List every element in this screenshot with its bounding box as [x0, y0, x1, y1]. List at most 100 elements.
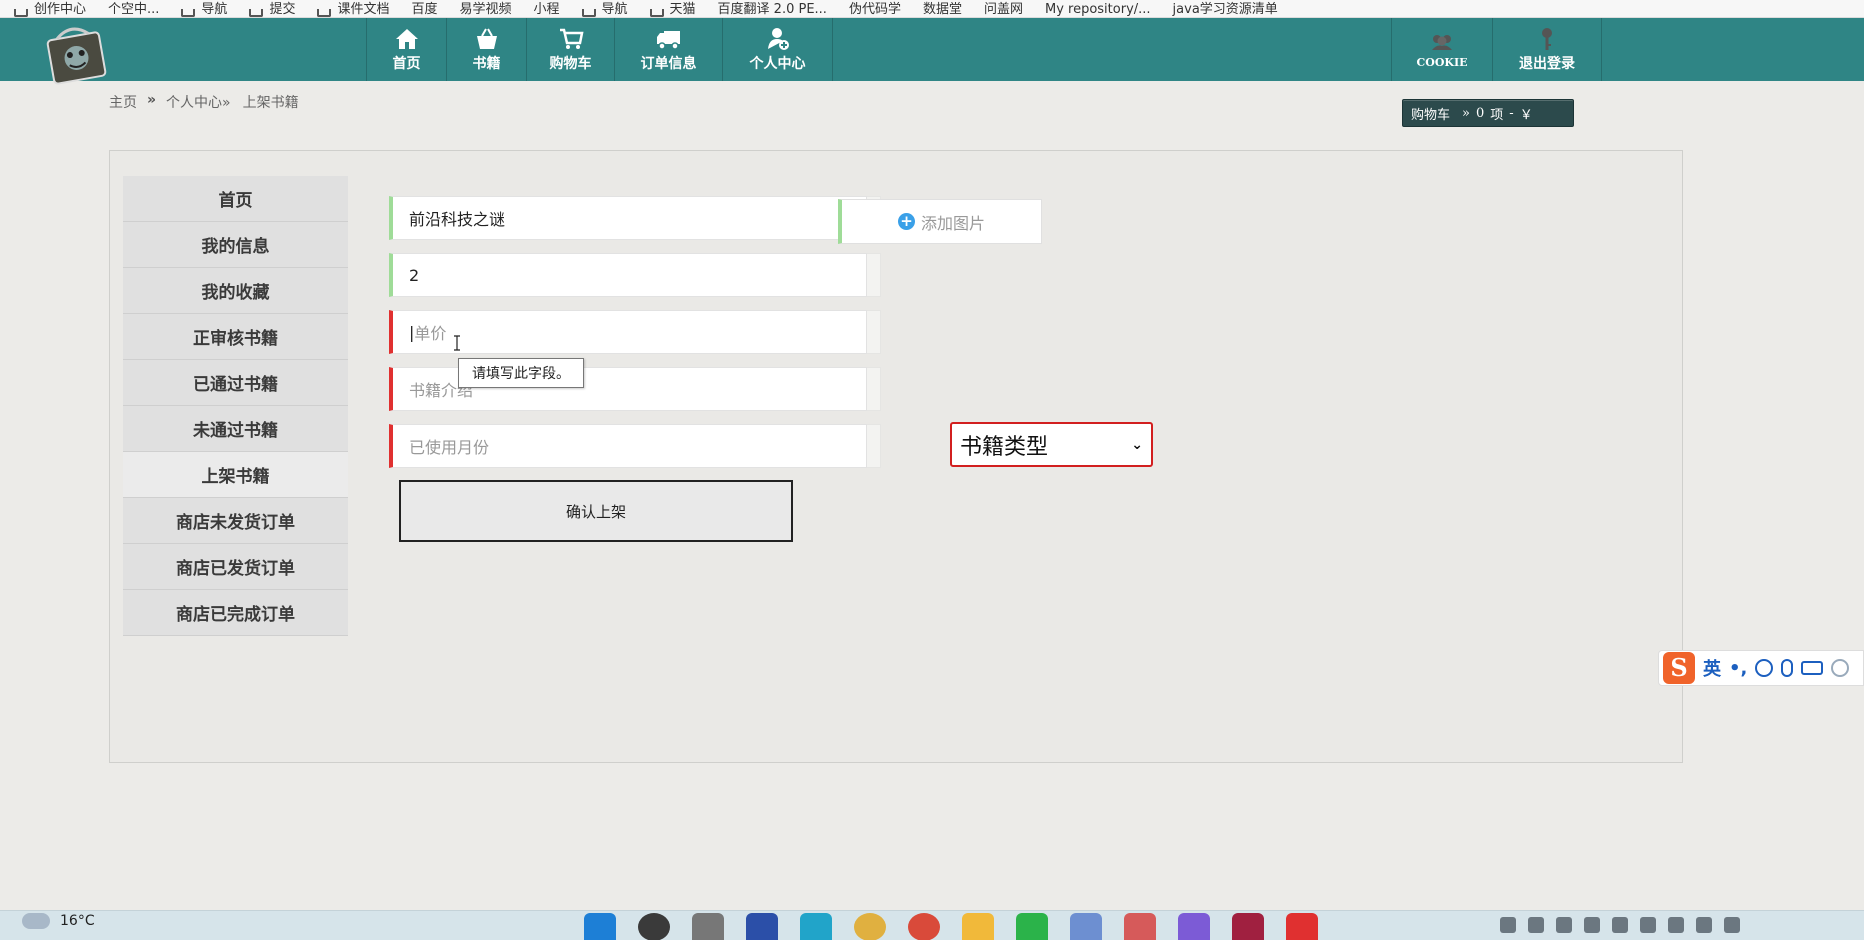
nav-logout[interactable]: 退出登录 — [1493, 18, 1602, 81]
tray-icon[interactable] — [1528, 917, 1544, 933]
bookmark[interactable]: 个空中... — [108, 0, 159, 17]
battery-icon[interactable] — [1724, 917, 1740, 933]
add-image-button[interactable]: + 添加图片 — [838, 199, 1042, 244]
folder-icon — [249, 9, 264, 17]
bookmark[interactable]: 课件文档 — [317, 0, 389, 17]
sidebar-item-shipped-orders[interactable]: 商店已发货订单 — [123, 544, 348, 590]
start-icon[interactable] — [584, 913, 616, 940]
bookmark[interactable]: 问盖网 — [984, 0, 1023, 17]
nav-books[interactable]: 书籍 — [447, 18, 527, 81]
cart-icon — [559, 28, 584, 49]
sidebar-item-pending-books[interactable]: 正审核书籍 — [123, 314, 348, 360]
tray-icon[interactable] — [1584, 917, 1600, 933]
nav-cookie[interactable]: COOKIE — [1392, 18, 1493, 81]
bookmark[interactable]: My repository/... — [1045, 0, 1151, 17]
user-add-icon — [767, 27, 789, 50]
keyboard-icon[interactable] — [1801, 661, 1824, 675]
cloud-icon — [22, 913, 50, 929]
folder-icon[interactable] — [962, 913, 994, 940]
breadcrumb-separator: » — [147, 92, 157, 108]
tray-icon[interactable] — [1500, 917, 1516, 933]
taskbar: 16°C — [0, 910, 1864, 940]
sidebar-item-list-book[interactable]: 上架书籍 — [123, 452, 348, 498]
sidebar-item-unshipped-orders[interactable]: 商店未发货订单 — [123, 498, 348, 544]
home-icon — [395, 28, 418, 49]
weather-widget[interactable]: 16°C — [22, 913, 95, 929]
ime-punctuation[interactable]: •, — [1729, 658, 1747, 679]
app-icon[interactable] — [1070, 913, 1102, 940]
tray-icon[interactable] — [1556, 917, 1572, 933]
bookmark[interactable]: 导航 — [581, 0, 628, 17]
ime-mode[interactable]: 英 — [1703, 655, 1721, 681]
app-icon[interactable] — [1124, 913, 1156, 940]
intellij-icon[interactable] — [1232, 913, 1264, 940]
book-title-input[interactable]: 前沿科技之谜 — [389, 196, 867, 240]
bookmark[interactable]: java学习资源清单 — [1173, 0, 1278, 17]
bookmark[interactable]: 数据堂 — [923, 0, 962, 17]
months-used-input[interactable]: 已使用月份 — [389, 424, 867, 468]
teams-icon[interactable] — [1178, 913, 1210, 940]
sidebar-item-my-info[interactable]: 我的信息 — [123, 222, 348, 268]
system-tray — [1500, 917, 1740, 933]
site-logo[interactable] — [35, 16, 117, 93]
sogou-logo-icon[interactable]: S — [1663, 652, 1695, 684]
tray-icon[interactable] — [1640, 917, 1656, 933]
wechat-icon[interactable] — [1016, 913, 1048, 940]
sidebar-item-favorites[interactable]: 我的收藏 — [123, 268, 348, 314]
nav-profile[interactable]: 个人中心 — [723, 18, 833, 81]
text-cursor-icon — [454, 335, 460, 351]
user-nav: COOKIE 退出登录 — [1391, 18, 1602, 81]
bookmarks-bar: 创作中心 个空中... 导航 提交 课件文档 百度 易学视频 小程 导航 天猫 … — [0, 0, 1864, 18]
folder-icon — [649, 9, 664, 17]
folder-icon — [317, 9, 332, 17]
browser-icon[interactable] — [854, 913, 886, 940]
main-nav: 首页 书籍 购物车 订单信息 个人中心 — [366, 18, 833, 81]
microphone-icon[interactable] — [1781, 659, 1794, 677]
chrome-icon[interactable] — [908, 913, 940, 940]
app-icon[interactable] — [1286, 913, 1318, 940]
basket-icon — [476, 28, 497, 49]
emoji-icon[interactable] — [1755, 659, 1774, 677]
cart-summary[interactable]: 购物车 » 0 项 - ￥ — [1402, 99, 1574, 127]
confirm-listing-button[interactable]: 确认上架 — [399, 480, 793, 542]
bookmark[interactable]: 导航 — [181, 0, 227, 17]
key-icon — [1542, 27, 1552, 50]
nav-orders[interactable]: 订单信息 — [615, 18, 723, 81]
book-type-select[interactable]: 书籍类型 ⌄ — [950, 422, 1153, 467]
sidebar-item-approved-books[interactable]: 已通过书籍 — [123, 360, 348, 406]
bookmark[interactable]: 易学视频 — [459, 0, 511, 17]
folder-icon — [181, 9, 196, 17]
edge-icon[interactable] — [800, 913, 832, 940]
bookmark[interactable]: 伪代码学 — [849, 0, 901, 17]
wifi-icon[interactable] — [1668, 917, 1684, 933]
top-nav: 首页 书籍 购物车 订单信息 个人中心 COOKIE 退出登录 — [0, 18, 1864, 85]
breadcrumb-current: 上架书籍 — [242, 95, 299, 111]
sidebar-item-home[interactable]: 首页 — [123, 176, 348, 222]
nav-home[interactable]: 首页 — [367, 18, 447, 81]
sidebar-item-rejected-books[interactable]: 未通过书籍 — [123, 406, 348, 452]
breadcrumb-home[interactable]: 主页 — [109, 92, 137, 112]
ime-toolbar[interactable]: S 英 •, — [1658, 650, 1864, 686]
bookmark[interactable]: 小程 — [534, 0, 560, 17]
bookmark[interactable]: 百度翻译 2.0 PE... — [718, 0, 827, 17]
taskbar-apps — [584, 913, 1318, 940]
volume-icon[interactable] — [1696, 917, 1712, 933]
bookmark[interactable]: 提交 — [249, 0, 295, 17]
bookmark[interactable]: 创作中心 — [14, 0, 86, 17]
bookmark[interactable]: 天猫 — [649, 0, 696, 17]
app-icon[interactable] — [746, 913, 778, 940]
sidebar-item-completed-orders[interactable]: 商店已完成订单 — [123, 590, 348, 636]
folder-icon — [14, 9, 28, 17]
breadcrumb: 主页 » 个人中心» 上架书籍 — [109, 92, 299, 112]
user-icon[interactable] — [1831, 659, 1850, 677]
breadcrumb-profile[interactable]: 个人中心» — [166, 92, 231, 112]
tray-icon[interactable] — [1612, 917, 1628, 933]
chevron-down-icon: ⌄ — [1131, 436, 1143, 453]
folder-icon — [581, 9, 596, 17]
nav-cart[interactable]: 购物车 — [527, 18, 615, 81]
task-view-icon[interactable] — [692, 913, 724, 940]
quantity-input[interactable]: 2 — [389, 253, 867, 297]
bookmark[interactable]: 百度 — [411, 0, 437, 17]
search-icon[interactable] — [638, 913, 670, 940]
users-icon — [1432, 35, 1452, 50]
